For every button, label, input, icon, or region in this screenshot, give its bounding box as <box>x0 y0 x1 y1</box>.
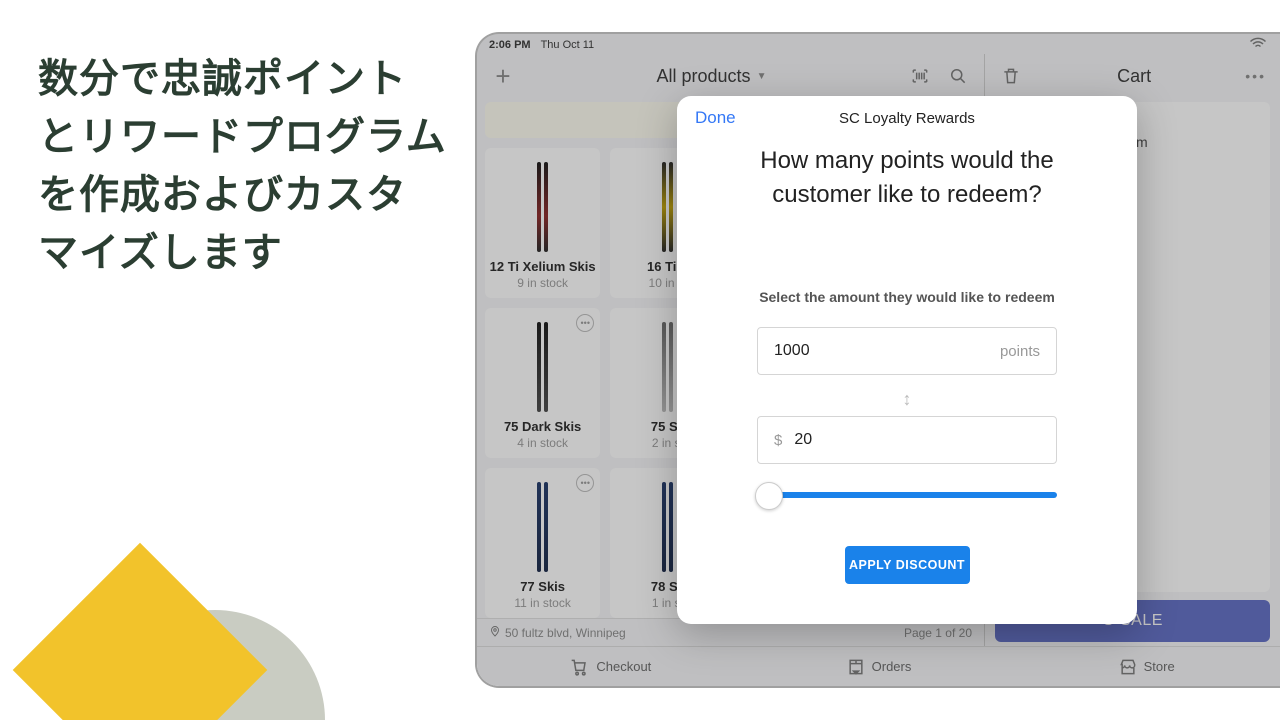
modal-header: Done SC Loyalty Rewards <box>677 96 1137 140</box>
slider-thumb[interactable] <box>755 482 783 510</box>
swap-icon[interactable]: ↕ <box>677 389 1137 410</box>
currency-value: 20 <box>794 431 1040 449</box>
tablet-frame: 2:06 PM Thu Oct 11 + All products ▼ <box>475 32 1280 688</box>
apply-discount-label: APPLY DISCOUNT <box>849 558 965 572</box>
points-input[interactable]: 1000 points <box>757 327 1057 375</box>
marketing-headline: 数分で忠誠ポイントとリワードプログラムを作成およびカスタマイズします <box>38 50 447 282</box>
currency-prefix: $ <box>774 432 782 449</box>
modal-title: SC Loyalty Rewards <box>677 110 1137 127</box>
redeem-slider[interactable] <box>757 482 1057 506</box>
points-suffix: points <box>1000 343 1040 360</box>
points-value: 1000 <box>774 342 1000 360</box>
done-button[interactable]: Done <box>695 108 736 128</box>
decorative-diamond <box>13 543 268 720</box>
apply-discount-button[interactable]: APPLY DISCOUNT <box>845 546 970 584</box>
redeem-modal: Done SC Loyalty Rewards How many points … <box>677 96 1137 624</box>
modal-subtitle: Select the amount they would like to red… <box>677 289 1137 305</box>
marketing-panel: 数分で忠誠ポイントとリワードプログラムを作成およびカスタマイズします <box>0 0 475 720</box>
currency-input[interactable]: $ 20 <box>757 416 1057 464</box>
slider-track <box>757 492 1057 498</box>
modal-question: How many points would the customer like … <box>677 140 1137 211</box>
